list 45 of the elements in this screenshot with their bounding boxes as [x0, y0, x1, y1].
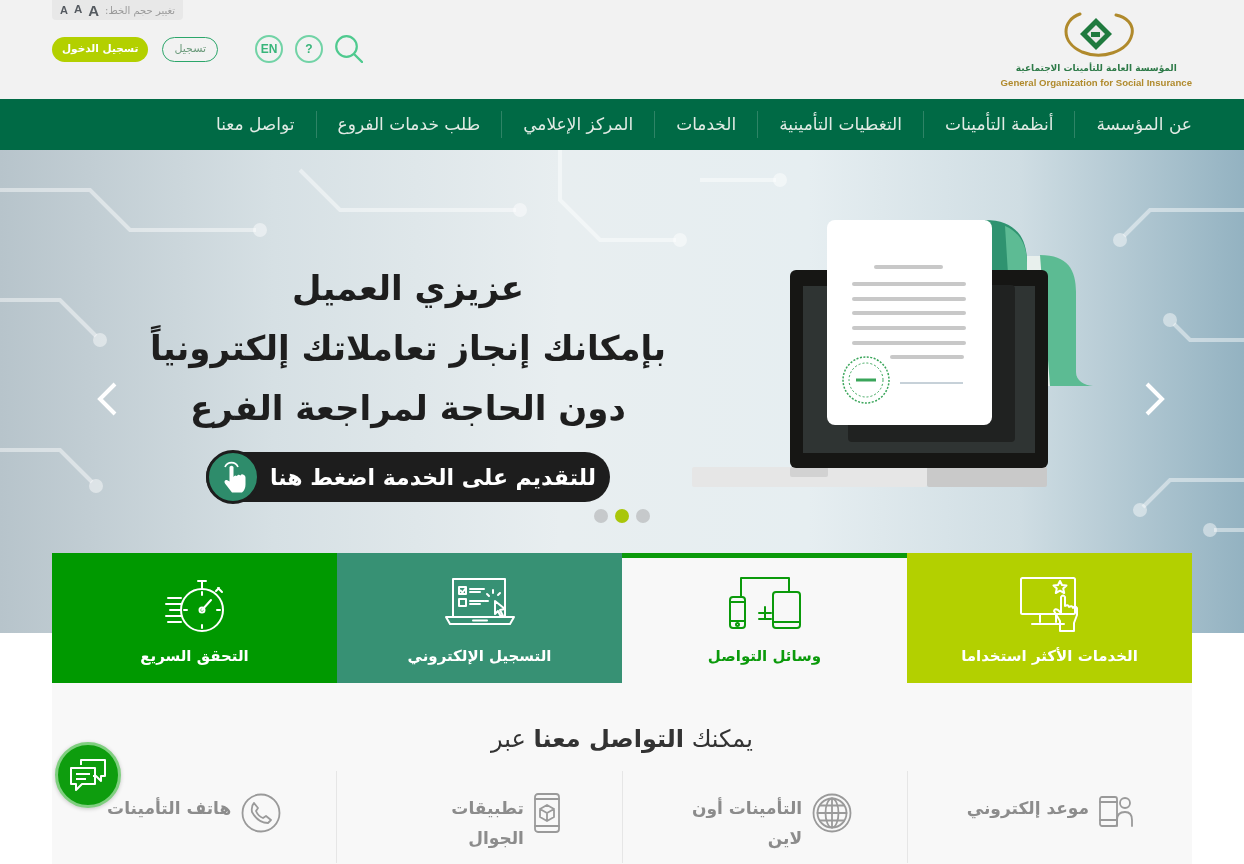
contact-title: يمكنك التواصل معنا عبر: [489, 724, 754, 755]
hero-heading-line: عزيزي العميل: [291, 267, 525, 311]
slide-indicator[interactable]: [636, 509, 650, 523]
category-tab[interactable]: التحقق السريع: [52, 553, 337, 683]
contact-channel-link[interactable]: تطبيقات الجوال: [337, 793, 622, 853]
laptop-checklist-icon: [444, 577, 515, 627]
search-icon[interactable]: [335, 35, 363, 63]
phone-handset-icon: [241, 793, 282, 833]
nav-link[interactable]: التغطيات التأمينية: [779, 111, 902, 138]
category-tab[interactable]: التسجيل الإلكتروني: [337, 553, 622, 683]
phone-cube-icon: [533, 793, 560, 833]
chat-bubbles-icon: [69, 758, 107, 792]
previous-slide-button[interactable]: [96, 381, 118, 417]
logo-english-text: General Organization for Social Insurance: [1000, 75, 1192, 90]
touchscreen-monitor-icon: [1019, 577, 1080, 633]
font-size-button[interactable]: A: [88, 2, 100, 18]
apply-button[interactable]: للتقديم على الخدمة اضغط هنا: [206, 452, 610, 502]
slide-indicator[interactable]: [594, 509, 608, 523]
hero-heading-line: دون الحاجة لمراجعة الفرع: [189, 387, 627, 431]
help-button[interactable]: ?: [295, 35, 323, 63]
font-size-button[interactable]: A: [73, 4, 83, 16]
devices-icon: [728, 577, 801, 629]
contact-channel-link[interactable]: موعد إلكتروني: [907, 793, 1192, 827]
language-button[interactable]: EN: [255, 35, 283, 63]
nav-link[interactable]: طلب خدمات الفروع: [337, 111, 481, 138]
logo-arabic-text: المؤسسة العامة للتأمينات الاجتماعية: [1015, 62, 1177, 75]
chevron-right-icon: [1144, 381, 1166, 417]
slide-indicator[interactable]: [615, 509, 629, 523]
font-size-button[interactable]: A: [60, 4, 68, 16]
hero-heading-line: بإمكانك إنجاز تعاملاتك إلكترونياً: [126, 318, 690, 378]
contact-channel-link[interactable]: هاتف التأمينات: [52, 793, 337, 833]
phone-person-icon: [1099, 793, 1134, 827]
circuit-trace: [1203, 523, 1244, 537]
contact-channel-link[interactable]: التأمينات أون لاين: [622, 793, 907, 853]
chevron-left-icon: [96, 381, 118, 417]
stopwatch-icon: [164, 577, 225, 633]
nav-link[interactable]: عن المؤسسة: [1096, 111, 1192, 138]
category-tab[interactable]: وسائل التواصل: [622, 553, 907, 683]
nav-link[interactable]: الخدمات: [676, 111, 737, 138]
next-slide-button[interactable]: [1144, 381, 1166, 417]
nav-link[interactable]: المركز الإعلامي: [523, 111, 634, 138]
font-size-label: تغيير حجم الخط:: [105, 3, 176, 18]
nav-link[interactable]: أنظمة التأمينات: [944, 111, 1054, 138]
globe-icon: [812, 793, 853, 833]
nav-link[interactable]: تواصل معنا: [215, 111, 295, 138]
